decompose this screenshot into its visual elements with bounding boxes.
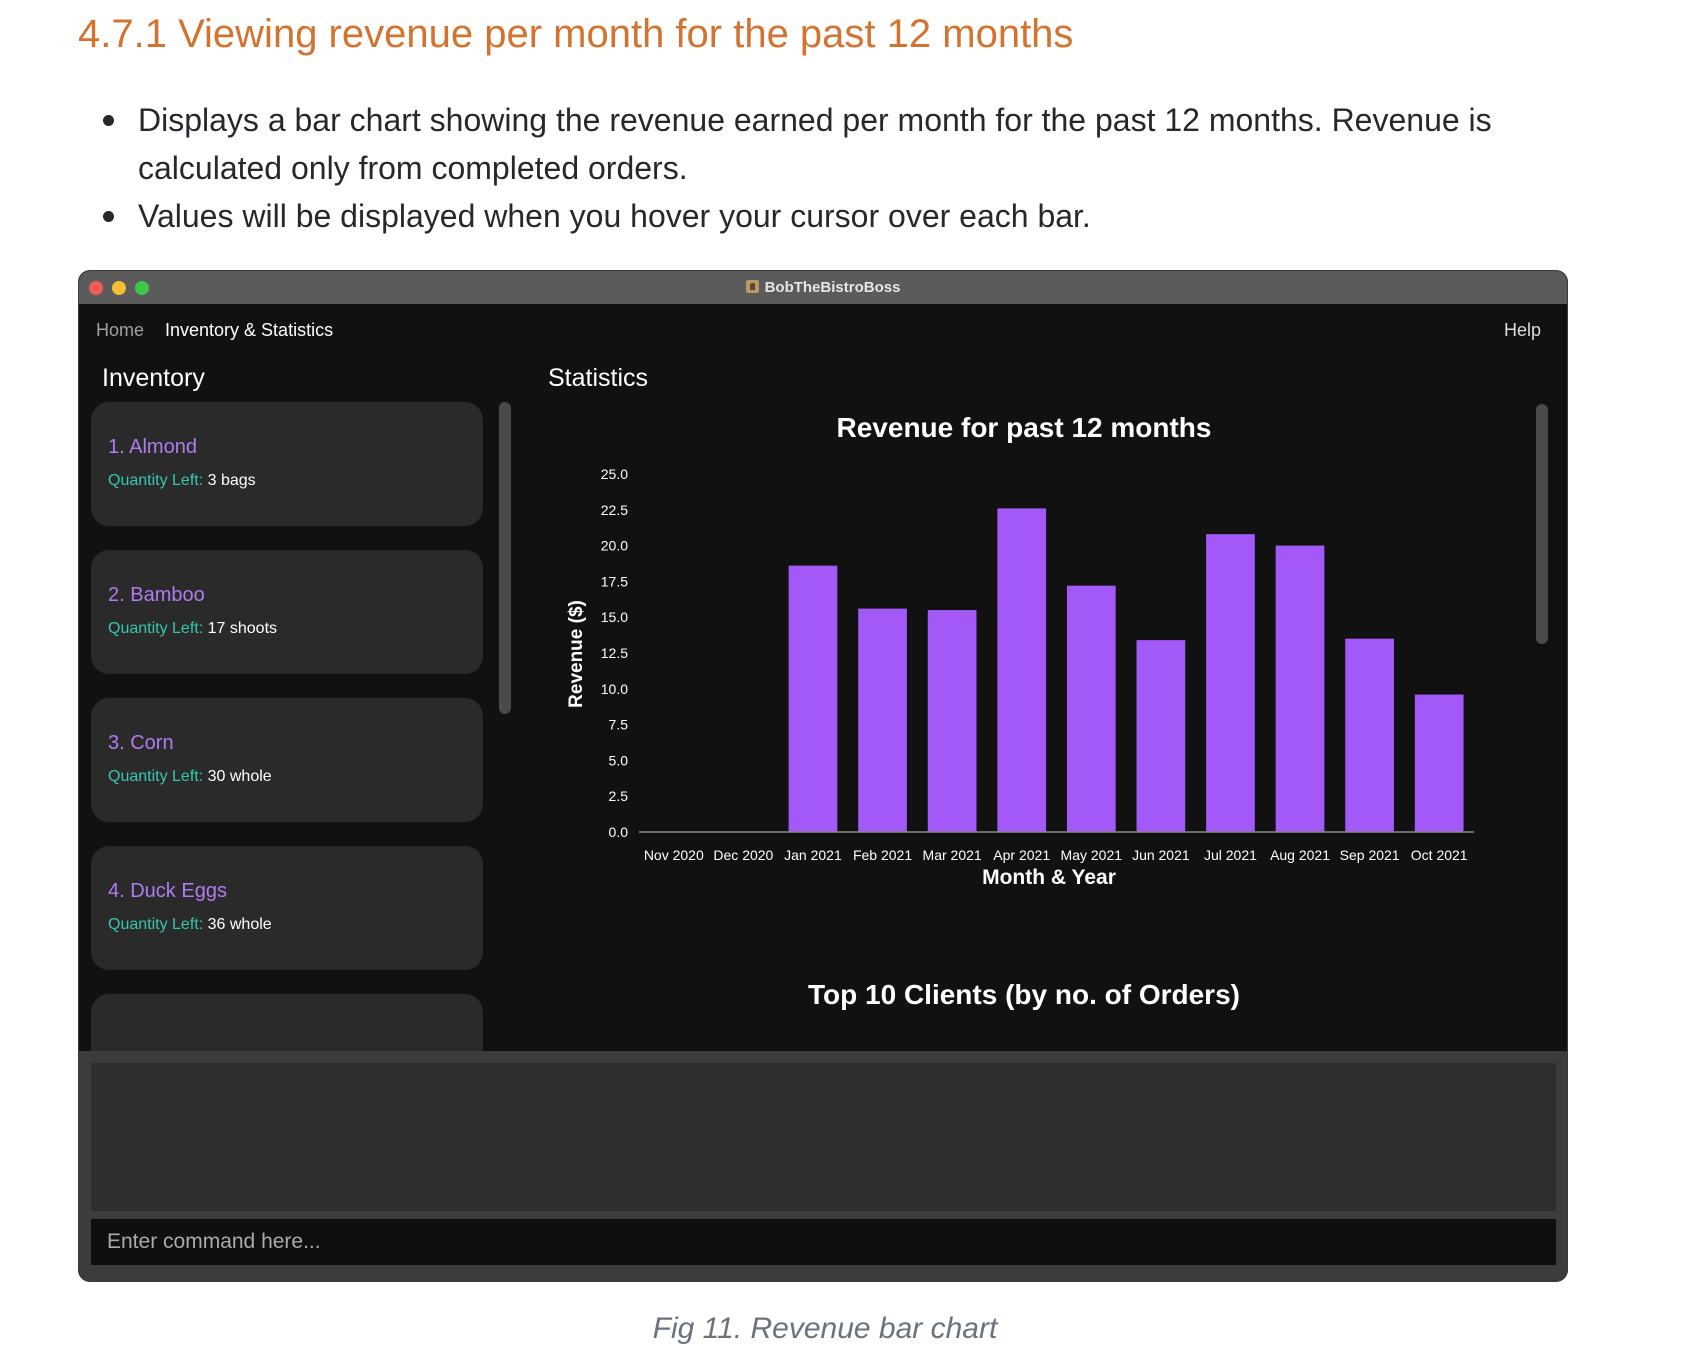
y-tick-label: 25.0: [601, 466, 628, 482]
revenue-bar[interactable]: [997, 508, 1047, 832]
x-tick-label: Nov 2020: [644, 847, 704, 863]
x-tick-label: Apr 2021: [993, 847, 1050, 863]
revenue-bar[interactable]: [1066, 585, 1116, 832]
revenue-bar[interactable]: [1206, 534, 1255, 832]
app-logo-icon: [745, 280, 759, 293]
menu-inventory-statistics[interactable]: Inventory & Statistics: [165, 320, 333, 341]
quantity-label: Quantity Left:: [108, 768, 204, 785]
item-quantity: Quantity Left: 30 whole: [108, 768, 272, 786]
quantity-value: 36 whole: [207, 916, 272, 933]
statistics-title: Statistics: [548, 364, 649, 392]
figure-caption: Fig 11. Revenue bar chart: [652, 1312, 998, 1345]
y-tick-label: 20.0: [601, 538, 628, 554]
menu-bar: Home Inventory & Statistics Help: [79, 304, 1567, 354]
bullet-dot-icon: [103, 211, 114, 222]
x-tick-label: Aug 2021: [1270, 847, 1330, 863]
revenue-bar[interactable]: [1414, 694, 1464, 832]
chart-title: Revenue for past 12 months: [837, 412, 1212, 443]
revenue-bar[interactable]: [927, 610, 977, 832]
x-tick-label: Oct 2021: [1411, 847, 1468, 863]
inventory-card[interactable]: 2. Bamboo Quantity Left: 17 shoots: [91, 550, 483, 674]
y-axis-ticks: 0.0 2.5 5.0 7.5 10.0 12.5 15.0 17.5 20.0 22.5 25.0: [601, 466, 628, 840]
top-clients-chart-title: Top 10 Clients (by no. of Orders): [808, 979, 1240, 1010]
x-tick-label: Mar 2021: [923, 847, 982, 863]
bullet-text: Displays a bar chart showing the revenue…: [138, 102, 1492, 186]
section-heading: 4.7.1 Viewing revenue per month for the …: [78, 12, 1074, 56]
item-quantity: Quantity Left: 36 whole: [108, 916, 272, 934]
inventory-scrollbar[interactable]: [499, 402, 511, 714]
app-window: BobTheBistroBoss Home Inventory & Statis…: [78, 270, 1568, 1282]
quantity-value: 17 shoots: [207, 620, 278, 637]
window-title-text: BobTheBistroBoss: [764, 279, 901, 296]
y-tick-label: 17.5: [601, 573, 628, 589]
revenue-bar[interactable]: [858, 608, 907, 832]
x-axis-ticks: Nov 2020 Dec 2020 Jan 2021 Feb 2021 Mar 2021…: [644, 847, 1468, 863]
description-list: Displays a bar chart showing the revenue…: [100, 96, 1600, 240]
y-tick-label: 22.5: [601, 502, 628, 518]
menu-home[interactable]: Home: [96, 320, 144, 341]
y-tick-label: 10.0: [601, 681, 628, 697]
description-bullet: Values will be displayed when you hover …: [100, 192, 1600, 240]
output-area: [79, 1051, 1567, 1281]
menu-help[interactable]: Help: [1504, 320, 1541, 341]
revenue-bar[interactable]: [1275, 545, 1325, 832]
description-bullet: Displays a bar chart showing the revenue…: [100, 96, 1600, 192]
statistics-scrollbar[interactable]: [1536, 404, 1548, 644]
item-quantity: Quantity Left: 3 bags: [108, 472, 256, 490]
item-quantity: Quantity Left: 17 shoots: [108, 620, 277, 638]
inventory-title: Inventory: [102, 364, 205, 392]
quantity-value: 30 whole: [207, 768, 272, 785]
inventory-card[interactable]: 1. Almond Quantity Left: 3 bags: [91, 402, 483, 526]
x-tick-label: Feb 2021: [853, 847, 912, 863]
revenue-bar[interactable]: [788, 565, 838, 832]
y-tick-label: 15.0: [601, 609, 628, 625]
x-tick-label: Jul 2021: [1204, 847, 1257, 863]
x-tick-label: May 2021: [1061, 847, 1123, 863]
quantity-value: 3 bags: [207, 472, 256, 489]
item-name: 1. Almond: [108, 436, 197, 458]
y-tick-label: 7.5: [609, 717, 629, 733]
x-tick-label: Jan 2021: [784, 847, 842, 863]
bullet-dot-icon: [103, 115, 114, 126]
quantity-label: Quantity Left:: [108, 916, 204, 933]
item-name: 4. Duck Eggs: [108, 880, 227, 902]
window-titlebar: BobTheBistroBoss: [79, 271, 1567, 304]
x-tick-label: Jun 2021: [1132, 847, 1190, 863]
y-axis-label: Revenue ($): [566, 600, 587, 708]
y-tick-label: 5.0: [609, 752, 629, 768]
result-display: [91, 1063, 1556, 1211]
inventory-card[interactable]: 3. Corn Quantity Left: 30 whole: [91, 698, 483, 822]
x-axis-label: Month & Year: [982, 866, 1116, 889]
inventory-card[interactable]: 4. Duck Eggs Quantity Left: 36 whole: [91, 846, 483, 970]
x-tick-label: Sep 2021: [1340, 847, 1400, 863]
y-tick-label: 12.5: [601, 645, 628, 661]
revenue-bar[interactable]: [1345, 638, 1394, 832]
inventory-card-partial[interactable]: [91, 994, 483, 1051]
bar-group: [788, 508, 1464, 832]
command-input[interactable]: [91, 1219, 1556, 1265]
quantity-label: Quantity Left:: [108, 472, 204, 489]
quantity-label: Quantity Left:: [108, 620, 204, 637]
revenue-bar[interactable]: [1136, 640, 1186, 832]
y-tick-label: 2.5: [609, 788, 629, 804]
item-name: 3. Corn: [108, 732, 174, 754]
revenue-bar-chart: Revenue for past 12 months 0.0 2.5 5.0 7.5 1…: [566, 412, 1474, 1010]
x-tick-label: Dec 2020: [713, 847, 773, 863]
main-panel: Inventory 1. Almond Quantity Left: 3 bag…: [79, 354, 1567, 1051]
bullet-text: Values will be displayed when you hover …: [138, 198, 1091, 234]
y-tick-label: 0.0: [609, 824, 629, 840]
item-name: 2. Bamboo: [108, 584, 205, 606]
window-title: BobTheBistroBoss: [79, 279, 1567, 296]
